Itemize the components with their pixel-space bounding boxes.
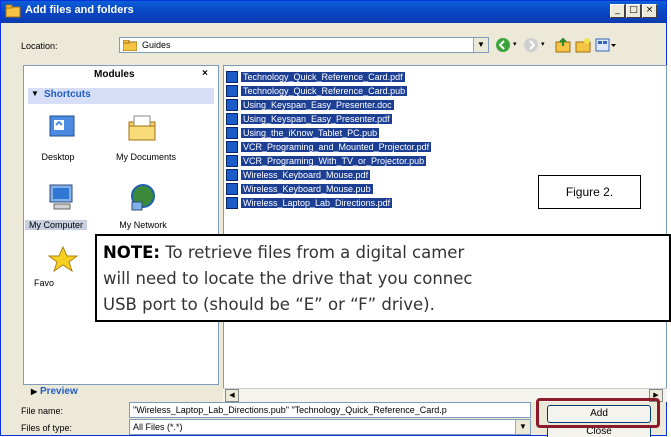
file-icon	[226, 140, 238, 153]
chevron-down-icon[interactable]: ▼	[473, 38, 488, 52]
list-item[interactable]: Wireless_Keyboard_Mouse.pub	[226, 182, 373, 195]
note-line-3: USB port to (should be “E” or “F” drive)…	[103, 295, 435, 314]
list-item[interactable]: Using_the_iKnow_Tablet_PC.pub	[226, 126, 380, 139]
note-line-2: will need to locate the drive that you c…	[103, 269, 473, 288]
favorites-icon	[48, 246, 78, 272]
modules-header: Modules ×	[24, 66, 218, 86]
file-name-input[interactable]: "Wireless_Laptop_Lab_Directions.pub" "Te…	[129, 402, 531, 418]
files-of-type-label: Files of type:	[21, 423, 73, 433]
favorites-label-partial: Favo	[34, 278, 55, 288]
list-item[interactable]: Using_Keyspan_Easy_Presenter.doc	[226, 98, 394, 111]
list-item[interactable]: Using_Keyspan_Easy_Presenter.pdf	[226, 112, 392, 125]
list-item[interactable]: VCR_Programing_and_Mounted_Projector.pdf	[226, 140, 432, 153]
app-icon	[5, 4, 21, 18]
chevron-down-icon[interactable]: ▼	[515, 420, 530, 434]
expand-triangle-icon: ▼	[31, 89, 39, 98]
file-icon	[226, 154, 238, 167]
list-item[interactable]: Wireless_Keyboard_Mouse.pdf	[226, 168, 371, 181]
file-icon	[226, 84, 238, 97]
my-computer-label: My Computer	[25, 220, 87, 230]
file-icon	[226, 112, 238, 125]
file-name-value: "Wireless_Laptop_Lab_Directions.pub" "Te…	[133, 405, 447, 415]
file-icon	[226, 168, 238, 181]
figure-label: Figure 2.	[538, 175, 641, 209]
up-folder-icon[interactable]	[555, 37, 571, 53]
shortcuts-label: Shortcuts	[44, 89, 91, 100]
collapsed-triangle-icon: ▶	[31, 387, 38, 396]
file-name-label: File name:	[21, 406, 64, 416]
add-button-highlight	[536, 398, 660, 428]
modules-title: Modules	[94, 69, 135, 80]
note-text-1: To retrieve files from a digital camer	[159, 243, 465, 262]
files-of-type-select[interactable]: All Files (*.*) ▼	[129, 419, 531, 435]
shortcuts-section-header[interactable]: ▼ Shortcuts	[28, 88, 214, 104]
my-documents-label: My Documents	[115, 152, 177, 162]
new-folder-icon[interactable]	[575, 37, 591, 53]
window-title: Add files and folders	[25, 4, 134, 16]
file-list[interactable]: Technology_Quick_Reference_Card.pdf Tech…	[223, 65, 667, 395]
list-item[interactable]: Technology_Quick_Reference_Card.pdf	[226, 70, 405, 83]
desktop-icon	[49, 115, 75, 137]
my-network-label: My Network	[119, 220, 167, 230]
forward-icon[interactable]	[523, 37, 539, 53]
my-network-icon	[131, 184, 155, 211]
my-computer-icon	[49, 184, 73, 210]
file-icon	[226, 182, 238, 195]
list-item[interactable]: Wireless_Laptop_Lab_Directions.pdf	[226, 196, 393, 209]
file-icon	[226, 126, 238, 139]
maximize-button[interactable]: □	[626, 4, 641, 18]
preview-section-header[interactable]: ▶ Preview	[31, 386, 78, 397]
back-dropdown-icon[interactable]: ▾	[513, 40, 517, 48]
minimize-button[interactable]: _	[610, 4, 625, 18]
my-computer-shortcut[interactable]	[46, 182, 86, 216]
modules-pane: Modules × ▼ Shortcuts Desktop My Documen…	[23, 65, 219, 385]
folder-icon	[123, 40, 137, 51]
list-item[interactable]: VCR_Programing_With_TV_or_Projector.pub	[226, 154, 427, 167]
note-line-1: NOTE: To retrieve files from a digital c…	[103, 240, 663, 266]
views-icon[interactable]	[595, 37, 617, 53]
close-window-button[interactable]: ×	[642, 4, 657, 18]
list-item[interactable]: Technology_Quick_Reference_Card.pub	[226, 84, 408, 97]
file-icon	[226, 98, 238, 111]
location-label: Location:	[21, 41, 58, 51]
file-icon	[226, 70, 238, 83]
file-icon	[226, 196, 238, 209]
preview-label: Preview	[39, 386, 78, 397]
scroll-left-icon[interactable]: ◀	[225, 389, 239, 402]
note-heading: NOTE:	[103, 243, 160, 262]
add-files-dialog: Add files and folders _ □ × Location: Gu…	[0, 0, 667, 437]
desktop-shortcut[interactable]	[46, 112, 86, 146]
my-network-shortcut[interactable]	[126, 182, 166, 216]
my-documents-icon	[128, 115, 156, 141]
desktop-label: Desktop	[41, 152, 75, 162]
location-value: Guides	[142, 40, 171, 50]
back-icon[interactable]	[495, 37, 511, 53]
files-of-type-value: All Files (*.*)	[133, 422, 183, 432]
title-bar[interactable]: Add files and folders _ □ ×	[1, 1, 666, 23]
note-box: NOTE: To retrieve files from a digital c…	[95, 234, 671, 322]
location-combo[interactable]: Guides ▼	[119, 37, 489, 53]
forward-dropdown-icon[interactable]: ▾	[541, 40, 545, 48]
close-pane-icon[interactable]: ×	[202, 68, 208, 79]
my-documents-shortcut[interactable]	[126, 112, 166, 146]
